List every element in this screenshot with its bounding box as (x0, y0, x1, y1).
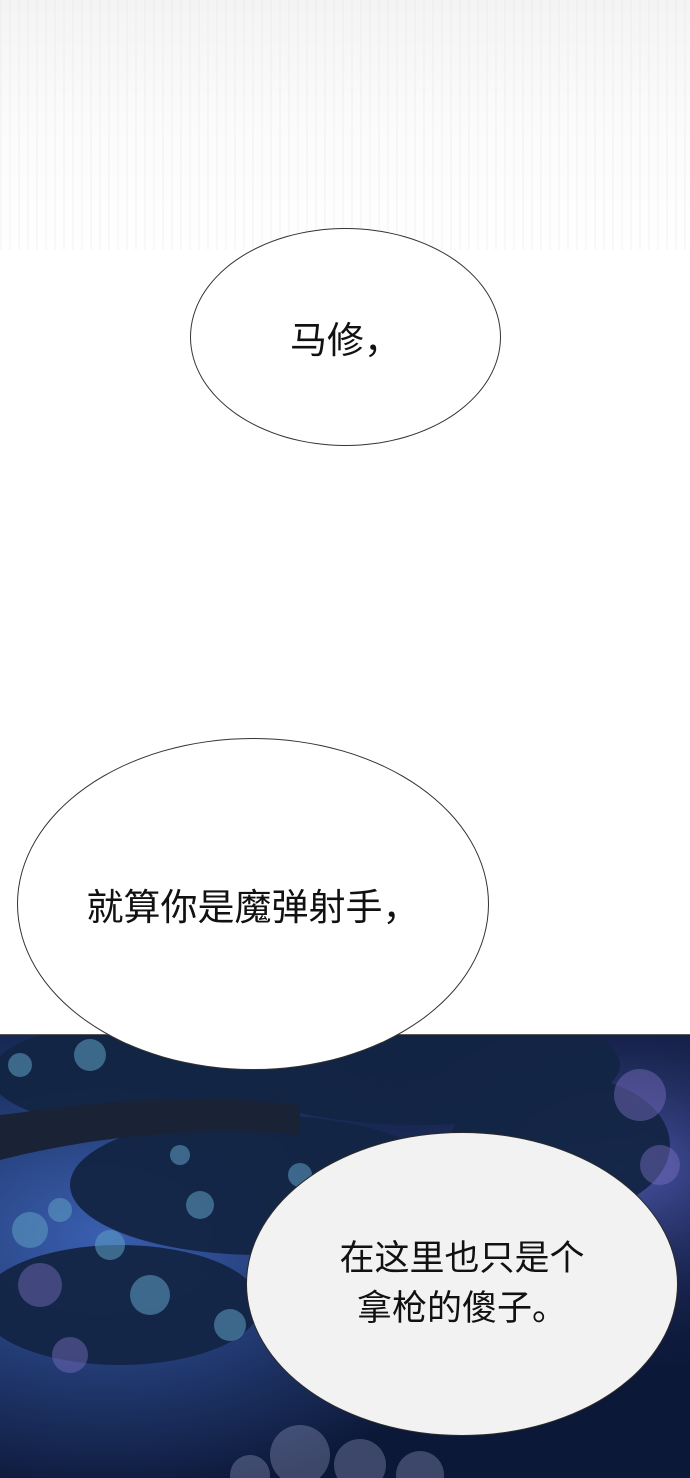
speech-text-1: 马修， (290, 319, 401, 362)
speech-text-3-line-2: 拿枪的傻子。 (356, 1289, 567, 1329)
faint-speed-lines (0, 0, 690, 250)
speech-bubble-2: 就算你是魔弹射手， (17, 738, 489, 1070)
speech-bubble-3: 在这里也只是个 拿枪的傻子。 (246, 1132, 678, 1436)
speech-bubble-1: 马修， (190, 228, 501, 446)
speech-text-2: 就算你是魔弹射手， (86, 886, 420, 929)
speech-text-3-line-1: 在这里也只是个 (339, 1239, 585, 1279)
